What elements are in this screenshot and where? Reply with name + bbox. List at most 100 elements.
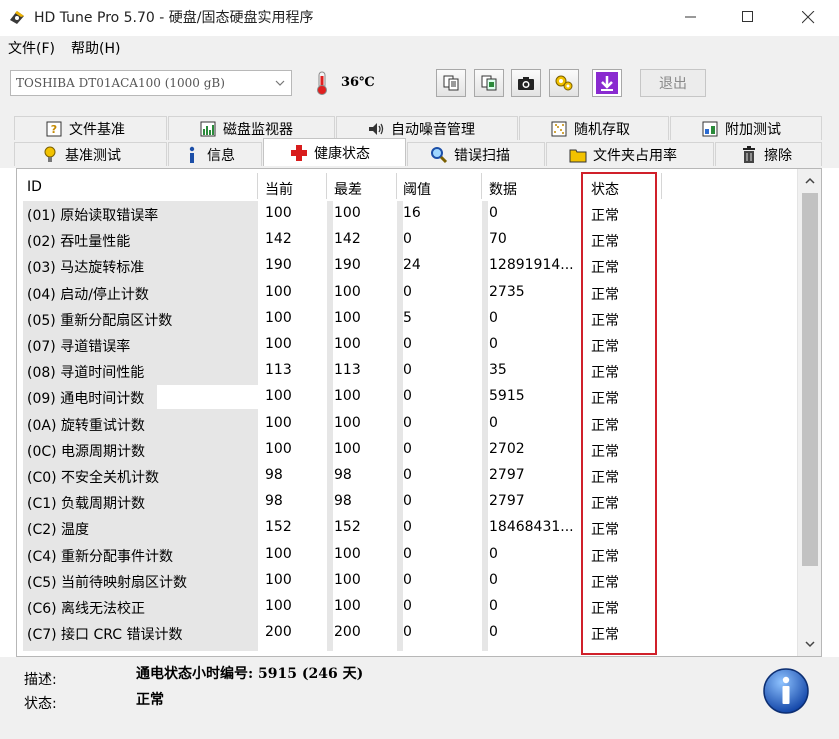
cell-id: (09) 通电时间计数	[27, 391, 145, 408]
close-icon	[801, 10, 814, 23]
cell-threshold: 0	[403, 440, 412, 457]
cell-data: 0	[489, 545, 498, 562]
tab-info[interactable]: 信息	[168, 142, 262, 166]
tab-label: 健康状态	[314, 145, 370, 162]
tab-benchmark[interactable]: 基准测试	[14, 142, 167, 166]
column-header-id[interactable]: ID	[27, 179, 42, 195]
tab-label: 磁盘监视器	[223, 121, 293, 138]
extra-tests-icon	[702, 121, 718, 136]
cell-current: 200	[265, 624, 292, 641]
cell-status: 正常	[591, 391, 619, 408]
column-header-data[interactable]: 数据	[489, 179, 517, 199]
copy-text-icon	[443, 75, 459, 91]
cell-id: (C6) 离线无法校正	[27, 601, 146, 617]
cell-worst: 100	[334, 440, 361, 457]
cell-worst: 190	[334, 257, 361, 274]
column-header-worst[interactable]: 最差	[334, 179, 362, 199]
cell-status: 正常	[591, 208, 619, 224]
cell-id: (08) 寻道时间性能	[27, 365, 145, 382]
cell-status: 正常	[591, 470, 619, 486]
cell-threshold: 0	[403, 624, 412, 641]
state-label: 状态:	[24, 696, 57, 712]
exit-button[interactable]: 退出	[640, 69, 706, 97]
cell-id: (C1) 负载周期计数	[27, 496, 146, 513]
cell-current: 100	[265, 309, 292, 326]
benchmark-icon	[44, 146, 56, 162]
options-gears-icon	[555, 75, 573, 91]
tab-error-scan[interactable]: 错误扫描	[407, 142, 545, 166]
tab-health[interactable]: 健康状态	[263, 138, 406, 166]
cell-threshold: 24	[403, 257, 421, 274]
screenshot-button[interactable]	[511, 69, 541, 97]
copy-image-icon	[481, 75, 497, 91]
tab-label: 随机存取	[574, 121, 630, 138]
camera-icon	[518, 77, 534, 90]
tab-strip: ? 文件基准 磁盘监视器 自动噪音管理 随机存取 附加测试 基准测试 信息 健康…	[0, 106, 839, 168]
tab-disk-monitor[interactable]: 磁盘监视器	[168, 116, 335, 140]
cell-worst: 100	[334, 205, 361, 221]
cell-data: 0	[489, 598, 498, 614]
cell-current: 113	[265, 362, 292, 379]
cell-id: (07) 寻道错误率	[27, 339, 131, 355]
speaker-icon	[369, 122, 384, 135]
cell-worst: 100	[334, 414, 361, 431]
drive-select[interactable]: TOSHIBA DT01ACA100 (1000 gB)	[10, 70, 292, 96]
vertical-scrollbar[interactable]	[797, 169, 821, 656]
options-button[interactable]	[549, 69, 579, 97]
cell-threshold: 0	[403, 598, 412, 614]
tab-random-access[interactable]: 随机存取	[519, 116, 669, 140]
cell-data: 18468431...	[489, 519, 574, 536]
cell-status: 正常	[591, 574, 619, 591]
cell-id: (03) 马达旋转标准	[27, 260, 145, 277]
save-button[interactable]	[592, 69, 622, 97]
tab-label: 自动噪音管理	[391, 121, 475, 138]
cell-data: 35	[489, 362, 507, 379]
cell-worst: 100	[334, 336, 361, 352]
maximize-button[interactable]	[725, 0, 771, 34]
header-separator	[396, 173, 397, 199]
tab-file-benchmark[interactable]: ? 文件基准	[14, 116, 167, 140]
header-separator	[481, 173, 482, 199]
tab-folder-usage[interactable]: 文件夹占用率	[546, 142, 714, 166]
column-header-threshold[interactable]: 阈值	[403, 179, 431, 199]
random-access-icon	[551, 121, 567, 136]
tab-erase[interactable]: 擦除	[715, 142, 822, 166]
scrollbar-thumb[interactable]	[802, 193, 818, 566]
cell-worst: 142	[334, 231, 361, 248]
cell-threshold: 0	[403, 467, 412, 483]
scroll-down-button[interactable]	[798, 634, 821, 654]
column-gap-shade	[482, 201, 488, 651]
cell-current: 100	[265, 440, 292, 457]
cell-data: 0	[489, 205, 498, 221]
menu-help[interactable]: 帮助(H)	[63, 38, 128, 58]
cell-status: 正常	[591, 443, 619, 460]
cell-id: (C5) 当前待映射扇区计数	[27, 574, 188, 591]
cell-current: 100	[265, 571, 292, 588]
cell-status: 正常	[591, 260, 619, 277]
cell-id: (01) 原始读取错误率	[27, 208, 159, 224]
cell-data: 12891914...	[489, 257, 574, 274]
scroll-up-button[interactable]	[798, 171, 821, 191]
close-button[interactable]	[785, 0, 831, 34]
minimize-button[interactable]	[668, 0, 714, 34]
menu-bar: 文件(F) 帮助(H)	[0, 36, 839, 60]
magnifier-icon	[431, 146, 448, 163]
health-panel: ID 当前 最差 阈值 数据 状态 (01) 原始读取错误率 100 100 16 0 正…	[16, 168, 822, 657]
copy-text-button[interactable]	[436, 69, 466, 97]
cell-id: (02) 吞吐量性能	[27, 234, 131, 251]
column-header-current[interactable]: 当前	[265, 179, 293, 199]
menu-file[interactable]: 文件(F)	[0, 38, 63, 58]
copy-screenshot-button[interactable]	[474, 69, 504, 97]
cell-status: 正常	[591, 548, 619, 565]
tab-noise-management[interactable]: 自动噪音管理	[336, 116, 518, 140]
cell-id: (C2) 温度	[27, 522, 90, 539]
cell-threshold: 0	[403, 283, 412, 300]
cell-worst: 98	[334, 493, 352, 510]
tab-extra-tests[interactable]: 附加测试	[670, 116, 822, 140]
cell-worst: 100	[334, 388, 361, 405]
info-circle-icon[interactable]	[762, 667, 810, 715]
cell-current: 100	[265, 545, 292, 562]
cell-threshold: 0	[403, 414, 412, 431]
temperature-readout: 36℃	[341, 75, 375, 90]
cell-id: (04) 启动/停止计数	[27, 286, 149, 303]
